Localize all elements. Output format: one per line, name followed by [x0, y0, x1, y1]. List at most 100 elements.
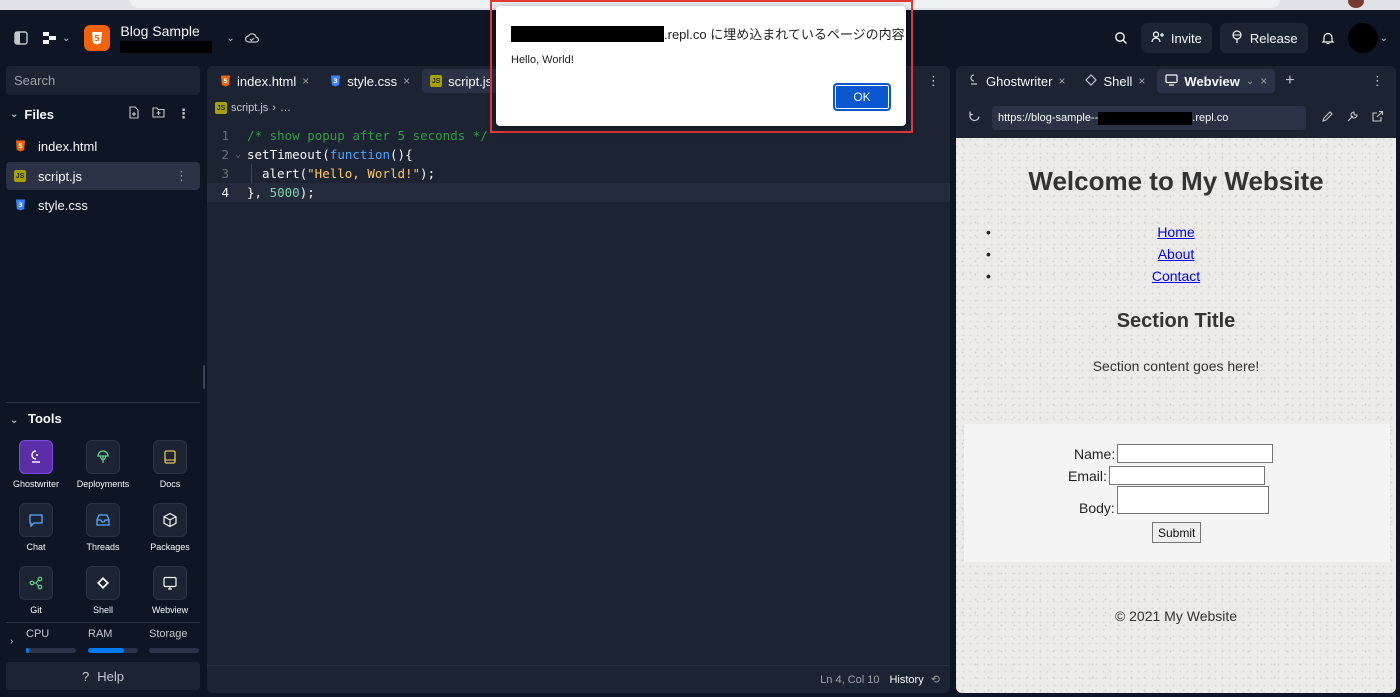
nav-link-home[interactable]: Home [1157, 224, 1194, 240]
kebab-menu-icon[interactable]: ⋮ [175, 168, 188, 184]
svg-text:3: 3 [18, 201, 23, 209]
balloon-icon [1230, 29, 1244, 47]
repl-title[interactable]: Blog Sample [120, 22, 213, 53]
devtools-wrench-icon[interactable] [1346, 110, 1359, 126]
files-header-label: Files [24, 106, 55, 122]
close-icon[interactable]: × [1260, 74, 1267, 88]
add-tab-icon[interactable]: + [1285, 72, 1294, 90]
cursor-position[interactable]: Ln 4, Col 10 [820, 674, 879, 686]
close-icon[interactable]: × [1058, 74, 1065, 88]
submit-button[interactable]: Submit [1152, 522, 1202, 543]
email-label: Email: [1068, 467, 1107, 484]
tab-ghostwriter[interactable]: Ghostwriter × [960, 69, 1073, 93]
kebab-menu-icon[interactable]: ⋮ [177, 106, 190, 122]
tab-label: style.css [347, 73, 398, 89]
tool-docs[interactable]: Docs [140, 440, 200, 500]
tool-shell[interactable]: Shell [73, 566, 133, 626]
file-item-script-js[interactable]: JS script.js ⋮ [6, 162, 200, 190]
fold-chevron-icon[interactable]: ⌄ [235, 149, 247, 160]
browser-profile-avatar[interactable] [1348, 0, 1364, 8]
svg-text:5: 5 [18, 142, 23, 150]
ok-button[interactable]: OK [833, 83, 891, 111]
chevron-down-icon[interactable]: ⌄ [1380, 33, 1388, 44]
file-item-index-html[interactable]: 5 index.html [6, 132, 200, 160]
email-field[interactable] [1108, 466, 1265, 485]
sidebar-toggle-icon[interactable] [14, 31, 28, 45]
tool-threads[interactable]: Threads [73, 503, 133, 563]
tool-label: Ghostwriter [12, 479, 59, 489]
cpu-usage-fill [26, 648, 29, 653]
chevron-right-icon[interactable]: › [10, 636, 13, 647]
new-file-icon[interactable] [128, 106, 140, 122]
kebab-menu-icon[interactable]: ⋮ [927, 73, 940, 89]
divider [6, 402, 200, 403]
tool-ghostwriter[interactable]: Ghostwriter [6, 440, 66, 500]
panel-resize-handle[interactable] [203, 365, 205, 389]
form-row-email: Email: [1068, 466, 1265, 485]
bell-icon[interactable] [1316, 31, 1340, 45]
cpu-label: CPU [26, 628, 50, 640]
tool-packages[interactable]: Packages [140, 503, 200, 563]
redacted-url-part [1098, 111, 1193, 125]
close-icon[interactable]: × [403, 74, 410, 88]
webview-preview: Welcome to My Website Home About Contact… [956, 138, 1396, 693]
search-icon[interactable] [1109, 31, 1133, 45]
release-label: Release [1249, 30, 1298, 46]
code-comment: /* show popup after 5 seconds */ [247, 128, 488, 143]
chevron-down-icon[interactable]: ⌄ [226, 33, 234, 44]
release-button[interactable]: Release [1219, 23, 1308, 53]
pencil-icon[interactable] [1321, 110, 1334, 126]
reload-icon[interactable] [968, 110, 981, 126]
breadcrumb-trail[interactable]: … [280, 102, 291, 114]
repl-name: Blog Sample [120, 22, 200, 39]
kebab-menu-icon[interactable]: ⋮ [1371, 73, 1384, 89]
breadcrumb-file[interactable]: script.js [231, 102, 268, 114]
close-icon[interactable]: × [1138, 74, 1145, 88]
tool-webview[interactable]: Webview [140, 566, 200, 626]
add-user-icon [1151, 30, 1165, 47]
editor-status-bar: Ln 4, Col 10 History ⟲ [207, 665, 950, 693]
chevron-down-icon[interactable]: ⌄ [62, 33, 70, 44]
webview-url-input[interactable]: https://blog-sample-- .repl.co [992, 106, 1306, 130]
site-nav: Home About Contact [956, 224, 1396, 290]
tool-git[interactable]: Git [6, 566, 66, 626]
tool-label: Webview [151, 605, 189, 615]
cloud-check-icon[interactable] [244, 32, 259, 44]
line-number: 2 [221, 147, 229, 162]
docs-icon [153, 440, 187, 474]
line-number: 1 [221, 128, 229, 143]
external-link-icon[interactable] [1371, 110, 1384, 126]
tool-deployments[interactable]: Deployments [73, 440, 133, 500]
tools-section-header[interactable]: ⌄ Tools [10, 411, 62, 426]
user-avatar[interactable] [1347, 23, 1378, 53]
file-name: script.js [38, 168, 83, 184]
help-button[interactable]: ? Help [6, 662, 200, 690]
file-item-style-css[interactable]: 3 style.css [6, 191, 200, 219]
js-file-icon: JS [215, 102, 227, 114]
tool-chat[interactable]: Chat [6, 503, 66, 563]
body-textarea[interactable] [1116, 486, 1269, 514]
tab-webview[interactable]: Webview ⌄ × [1157, 69, 1276, 93]
close-icon[interactable]: × [302, 74, 309, 88]
replit-logo-icon[interactable] [42, 31, 58, 45]
code-keyword: function [329, 147, 391, 162]
history-label: History [889, 674, 924, 686]
search-input[interactable]: Search [6, 66, 200, 95]
code-area[interactable]: 1 /* show popup after 5 seconds */ 2 ⌄ s… [207, 126, 950, 202]
nav-link-about[interactable]: About [1158, 246, 1195, 262]
tab-style-css[interactable]: 3 style.css × [321, 69, 418, 93]
chevron-down-icon[interactable]: ⌄ [1246, 76, 1254, 87]
name-field[interactable] [1117, 444, 1274, 463]
tab-label: Shell [1103, 73, 1133, 89]
new-folder-icon[interactable] [152, 106, 165, 122]
tab-index-html[interactable]: 5 index.html × [211, 69, 317, 93]
nav-link-contact[interactable]: Contact [1152, 268, 1200, 284]
form-row-name: Name: [1074, 444, 1274, 463]
invite-button[interactable]: Invite [1140, 23, 1212, 53]
files-section-header[interactable]: ⌄ Files ⋮ [0, 102, 204, 126]
name-label: Name: [1074, 445, 1116, 462]
tab-script-js[interactable]: JS script.js [422, 69, 501, 93]
code-editor-panel: 5 index.html × 3 style.css × JS script.j… [207, 66, 950, 693]
history-button[interactable]: History ⟲ [889, 673, 940, 686]
tab-shell[interactable]: Shell × [1077, 69, 1153, 93]
